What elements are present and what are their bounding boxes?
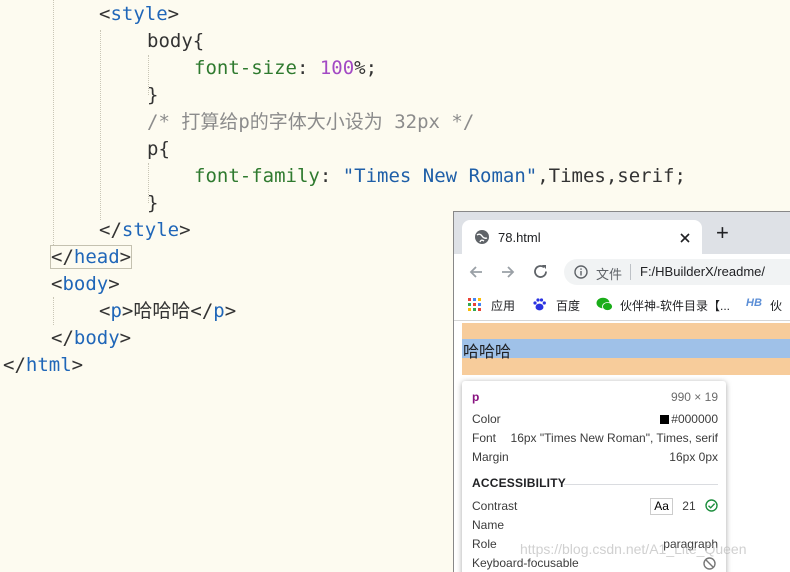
accessibility-heading: ACCESSIBILITY (472, 476, 566, 490)
hbuilder-icon: HB (746, 297, 762, 309)
tag-name: style (110, 3, 168, 25)
forward-arrow-icon[interactable] (500, 264, 516, 280)
globe-icon (475, 230, 489, 244)
address-bar[interactable]: 文件 F:/HBuilderX/readme/ (564, 259, 790, 285)
code-line: <body> (51, 273, 120, 295)
check-circle-icon (705, 499, 718, 512)
margin-label: Margin (472, 450, 509, 464)
bookmark-cut[interactable]: 伙 (770, 297, 782, 314)
bracket-match-highlight: </head> (49, 245, 133, 269)
css-unit: %; (354, 57, 378, 79)
new-tab-button[interactable]: + (716, 222, 729, 244)
contrast-value-wrap: Aa 21 (650, 497, 718, 515)
watermark: https://blog.csdn.net/A1_Lite_Queen (520, 541, 747, 557)
indent-guide (53, 297, 54, 325)
tag-name: html (25, 354, 72, 376)
tag-name: body (73, 327, 120, 349)
css-value: ,Times,serif; (537, 165, 686, 187)
element-text: 哈哈哈 (133, 300, 191, 322)
browser-toolbar: 文件 F:/HBuilderX/readme/ (454, 254, 790, 290)
code-line: /* 打算给p的字体大小设为 32px */ (147, 109, 474, 136)
tooltip-header: p 990 × 19 (472, 388, 718, 406)
apps-grid-icon (468, 298, 481, 311)
reload-icon[interactable] (532, 263, 549, 280)
tag-name: head (73, 246, 120, 268)
bookmark-apps[interactable]: 应用 (491, 297, 515, 314)
margin-row: Margin 16px 0px (472, 448, 718, 466)
contrast-label: Contrast (472, 499, 518, 513)
contrast-sample: Aa (650, 498, 673, 515)
tab-strip: 78.html + (454, 212, 790, 254)
name-row: Name (472, 516, 718, 534)
font-row: Font 16px "Times New Roman", Times, seri… (472, 429, 718, 447)
close-tab-icon[interactable] (680, 233, 690, 243)
section-divider (564, 484, 718, 485)
tab-title: 78.html (498, 230, 541, 245)
address-scheme-label: 文件 (596, 267, 623, 282)
tag-name: p (110, 300, 122, 322)
code-line: </head> (49, 244, 133, 271)
css-brace: } (147, 84, 159, 106)
element-size: 990 × 19 (670, 390, 718, 404)
page-viewport[interactable]: 哈哈哈 p 990 × 19 Color #000000 Font 16px "… (454, 321, 790, 572)
css-number: 100 (319, 57, 355, 79)
address-url: F:/HBuilderX/readme/ (640, 264, 765, 279)
element-tag: p (472, 390, 480, 404)
font-value: 16px "Times New Roman", Times, serif (510, 431, 718, 445)
css-property: font-size (194, 57, 297, 79)
font-label: Font (472, 431, 497, 445)
browser-tab[interactable]: 78.html (462, 220, 702, 254)
color-value-wrap: #000000 (660, 410, 718, 428)
info-icon[interactable] (574, 265, 588, 279)
css-comment: /* 打算给p的字体大小设为 32px */ (147, 111, 475, 133)
code-line: body{ (147, 28, 204, 55)
margin-value: 16px 0px (669, 450, 718, 464)
contrast-value: 21 (682, 499, 696, 513)
css-selector: body{ (147, 30, 205, 52)
back-arrow-icon[interactable] (468, 264, 484, 280)
code-line: </body> (51, 327, 132, 349)
code-line: </style> (99, 219, 191, 241)
tag-name: body (62, 273, 109, 295)
css-selector: p{ (147, 138, 170, 160)
address-divider (630, 264, 631, 280)
wechat-icon (596, 297, 613, 311)
tag-name: p (213, 300, 225, 322)
browser-window: 78.html + 文件 F:/HBuilderX/readme/ 应用 百度 … (453, 211, 790, 572)
code-line: </html> (3, 354, 84, 376)
css-string: "Times New Roman" (342, 165, 538, 187)
code-line: p{ (147, 136, 170, 163)
code-line: <style> (99, 3, 180, 25)
paragraph-text[interactable]: 哈哈哈 (463, 338, 511, 362)
bookmarks-bar: 应用 百度 伙伴神-软件目录【... HB 伙 (454, 290, 790, 321)
indent-guide (53, 0, 54, 245)
color-row: Color #000000 (472, 410, 718, 428)
bookmark-software[interactable]: 伙伴神-软件目录【... (620, 297, 730, 314)
indent-guide (100, 30, 101, 220)
code-line: } (147, 190, 158, 217)
not-allowed-icon (703, 557, 716, 570)
code-line: font-size: 100%; (194, 57, 378, 79)
name-label: Name (472, 518, 505, 532)
color-label: Color (472, 412, 501, 426)
contrast-row: Contrast Aa 21 (472, 497, 718, 515)
code-line: font-family: "Times New Roman",Times,ser… (194, 165, 686, 187)
bookmark-baidu[interactable]: 百度 (556, 297, 580, 314)
color-value: #000000 (671, 412, 718, 426)
css-brace: } (147, 192, 159, 214)
color-swatch-icon (660, 415, 670, 424)
code-line: <p>哈哈哈</p> (99, 300, 237, 322)
content-highlight (462, 339, 790, 358)
code-line: } (147, 82, 158, 109)
role-label: Role (472, 537, 497, 551)
css-property: font-family (194, 165, 320, 187)
baidu-paw-icon (533, 298, 546, 311)
tag-name: style (121, 219, 180, 241)
